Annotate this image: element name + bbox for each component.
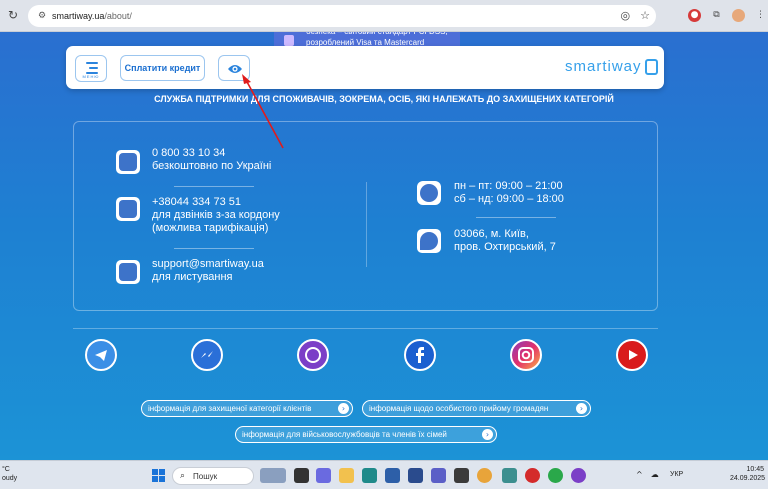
chevron-right-icon: › [576, 403, 587, 414]
widgets-icon[interactable] [260, 468, 286, 483]
clock[interactable]: 10:45 24.09.2025 [730, 465, 766, 483]
store-icon[interactable] [385, 468, 400, 483]
clock-icon [417, 181, 441, 205]
dropbox-icon[interactable] [454, 468, 469, 483]
intl-phone-text[interactable]: +38044 334 73 51 для дзвінків з-за кордо… [152, 196, 280, 235]
file-explorer-icon[interactable] [339, 468, 354, 483]
pay-credit-button[interactable]: Сплатити кредит [120, 55, 205, 81]
instagram-icon[interactable] [510, 339, 542, 371]
contact-panel: 0 800 33 10 34 безкоштовно по Україні +3… [73, 121, 658, 311]
logo-text: smartiway [565, 58, 642, 75]
cloud-icon[interactable]: ☁ [651, 470, 659, 479]
browser-toolbar: ↻ ⚙ smartiway.ua/about/ ◎ ☆ ● ⧉ ⋮ [0, 0, 768, 32]
smartiway-logo[interactable]: smartiway [565, 57, 659, 79]
puzzle-icon[interactable]: ⧉ [710, 9, 723, 22]
divider [174, 186, 254, 187]
telegram-icon[interactable] [85, 339, 117, 371]
accessibility-button[interactable] [218, 55, 250, 81]
app-l-icon[interactable] [408, 468, 423, 483]
viber-app-icon[interactable] [571, 468, 586, 483]
mail-icon [116, 260, 140, 284]
email-text[interactable]: support@smartiway.ua для листування [152, 258, 264, 284]
working-hours-text: пн – пт: 09:00 – 21:00 сб – нд: 09:00 – … [454, 180, 564, 205]
teams-icon[interactable] [431, 468, 446, 483]
chrome-icon[interactable] [477, 468, 492, 483]
chevron-right-icon: › [482, 429, 493, 440]
eye-icon [228, 65, 242, 73]
edge-icon[interactable] [362, 468, 377, 483]
section-title: СЛУЖБА ПІДТРИМКИ ДЛЯ СПОЖИВАЧІВ, ЗОКРЕМА… [154, 94, 614, 104]
messenger-icon[interactable] [191, 339, 223, 371]
facebook-icon[interactable] [404, 339, 436, 371]
location-pin-icon [417, 229, 441, 253]
vscode-icon[interactable] [502, 468, 517, 483]
site-info-icon[interactable]: ⚙ [36, 10, 48, 22]
menu-label: МЕНЮ [82, 74, 100, 79]
windows-start-icon[interactable] [152, 469, 166, 483]
whatsapp-icon[interactable] [548, 468, 563, 483]
profile-avatar[interactable] [732, 9, 745, 22]
system-tray[interactable]: ^ ☁ [636, 470, 659, 479]
divider [174, 248, 254, 249]
address-bar[interactable]: ⚙ smartiway.ua/about/ ◎ ☆ [28, 5, 656, 27]
divider [73, 328, 658, 329]
task-view-icon[interactable] [294, 468, 309, 483]
extension-badge-icon[interactable]: ● [688, 9, 701, 22]
time: 10:45 [746, 466, 764, 473]
address-text: 03066, м. Київ, пров. Охтирський, 7 [454, 228, 556, 253]
menu-button[interactable]: МЕНЮ [75, 55, 107, 82]
phone-icon [116, 150, 140, 174]
personal-reception-link[interactable]: інформація щодо особистого прийому грома… [362, 400, 591, 417]
reload-icon[interactable]: ↻ [8, 9, 20, 21]
url-path: /about/ [104, 11, 132, 21]
logo-mark-icon [645, 59, 658, 75]
search-icon: ⌕ [180, 471, 186, 481]
more-menu-icon[interactable]: ⋮ [754, 9, 767, 22]
vertical-divider [366, 182, 367, 267]
military-info-link[interactable]: інформація для військовослужбовців та чл… [235, 426, 497, 443]
chevron-right-icon: › [338, 403, 349, 414]
divider [476, 217, 556, 218]
phone-intl-icon [116, 197, 140, 221]
shield-icon [284, 35, 294, 46]
link-label: інформація для військовослужбовців та чл… [242, 430, 447, 439]
link-label: інформація щодо особистого прийому грома… [369, 404, 549, 413]
link-label: інформація для захищеної категорії клієн… [148, 404, 312, 413]
search-label: Пошук [193, 472, 218, 481]
url-text[interactable]: smartiway.ua/about/ [52, 9, 132, 23]
chevron-up-icon[interactable]: ^ [636, 470, 643, 479]
url-host: smartiway.ua [52, 11, 105, 21]
language-indicator[interactable]: УКР [670, 471, 683, 478]
weather-widget[interactable]: °C oudy [2, 465, 17, 483]
site-header: МЕНЮ Сплатити кредит smartiway [66, 46, 664, 89]
page-content: безпека – світовий стандарт PCI DSS, роз… [0, 32, 768, 460]
eye-slash-icon[interactable]: ◎ [621, 9, 631, 22]
opera-icon[interactable] [525, 468, 540, 483]
viber-icon[interactable] [297, 339, 329, 371]
star-icon[interactable]: ☆ [640, 9, 650, 22]
taskbar-search[interactable]: ⌕ Пошук [172, 467, 254, 485]
date: 24.09.2025 [730, 475, 766, 482]
taskbar: °C oudy ⌕ Пошук ^ ☁ УКР 10:45 24.09.2025 [0, 460, 768, 489]
social-links [0, 339, 768, 375]
protected-category-link[interactable]: інформація для захищеної категорії клієн… [141, 400, 353, 417]
youtube-icon[interactable] [616, 339, 648, 371]
free-phone-text[interactable]: 0 800 33 10 34 безкоштовно по Україні [152, 147, 271, 173]
copilot-icon[interactable] [316, 468, 331, 483]
